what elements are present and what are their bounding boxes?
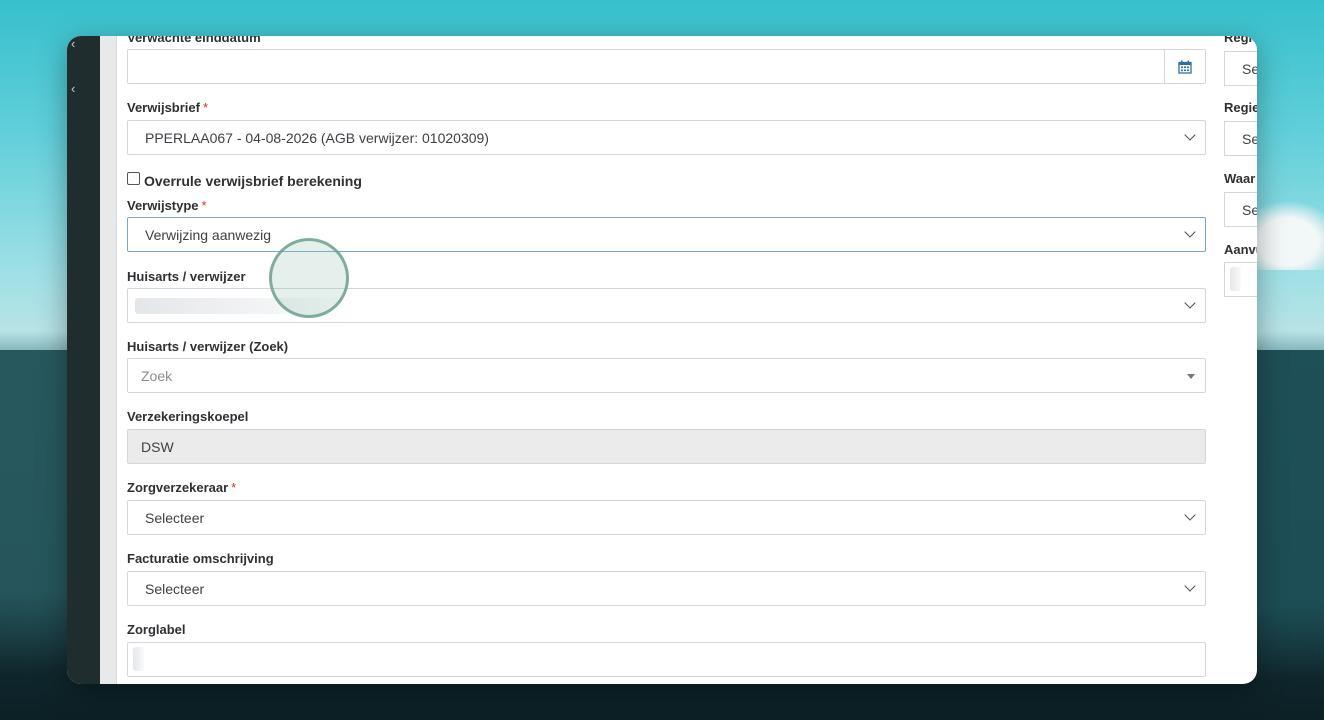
billing-description-select[interactable]: Selecteer: [127, 571, 1206, 606]
right-field3-label: Waar: [1224, 171, 1256, 186]
override-referral-label[interactable]: Overrule verwijsbrief berekening: [144, 173, 362, 189]
care-label-label: Zorglabel: [127, 622, 186, 637]
insurer-label-text: Zorgverzekeraar: [127, 480, 229, 495]
right-field2-value: Se: [1242, 131, 1257, 147]
gp-referrer-search-placeholder: Zoek: [141, 368, 173, 384]
insurer-value: Selecteer: [145, 510, 205, 526]
insurer-label: Zorgverzekeraar *: [127, 480, 236, 495]
gp-referrer-search-select[interactable]: Zoek: [127, 358, 1206, 393]
right-field2-label: Regie: [1224, 100, 1257, 115]
referral-letter-value: PPERLAA067 - 04-08-2026 (AGB verwijzer: …: [145, 130, 489, 146]
referral-type-value: Verwijzing aanwezig: [145, 227, 272, 243]
right-field1-value: Se: [1242, 61, 1257, 77]
chevron-down-icon: [1184, 129, 1196, 141]
form-content: Verwachte einddatum Verwijsbrief * PPERL…: [127, 36, 1208, 684]
chevron-down-icon: [1184, 226, 1196, 238]
billing-description-label: Facturatie omschrijving: [127, 551, 274, 566]
gp-referrer-search-label: Huisarts / verwijzer (Zoek): [127, 339, 289, 354]
right-field3-select[interactable]: Se: [1224, 192, 1257, 227]
referral-letter-label-text: Verwijsbrief: [127, 100, 200, 115]
chevron-down-icon: [1184, 509, 1196, 521]
right-column: Regie Se Regie Se Waar Se Aanvu: [1224, 36, 1257, 684]
calendar-icon: [1178, 60, 1192, 74]
right-field1-label: Regie: [1224, 36, 1257, 45]
caret-down-icon: [1187, 374, 1195, 379]
insurance-umbrella-field: DSW: [127, 429, 1206, 464]
billing-description-value: Selecteer: [145, 581, 205, 597]
redacted-value: [1230, 267, 1242, 291]
back-chevron-icon[interactable]: ‹: [71, 82, 81, 95]
referral-letter-select[interactable]: PPERLAA067 - 04-08-2026 (AGB verwijzer: …: [127, 120, 1206, 155]
left-rail: ‹ ‹: [67, 36, 100, 684]
redacted-value: [133, 647, 145, 671]
right-field4-input[interactable]: [1224, 262, 1257, 297]
required-marker: *: [201, 198, 207, 213]
collapse-chevron-icon[interactable]: ‹: [71, 37, 81, 50]
expected-end-date-label: Verwachte einddatum: [127, 36, 261, 45]
side-gutter: [100, 36, 117, 684]
care-label-input[interactable]: [127, 642, 1206, 677]
right-field2-select[interactable]: Se: [1224, 121, 1257, 156]
insurance-umbrella-value: DSW: [141, 439, 174, 455]
click-indicator: [269, 238, 349, 318]
gp-referrer-label: Huisarts / verwijzer: [127, 269, 246, 284]
insurance-umbrella-label: Verzekeringskoepel: [127, 409, 249, 424]
calendar-button[interactable]: [1164, 50, 1205, 83]
expected-end-date-input[interactable]: [127, 49, 1206, 84]
required-marker: *: [231, 480, 237, 495]
referral-letter-label: Verwijsbrief *: [127, 100, 208, 115]
right-field1-select[interactable]: Se: [1224, 51, 1257, 86]
right-field4-label: Aanvu: [1224, 242, 1257, 257]
referral-type-label: Verwijstype *: [127, 198, 207, 213]
referral-type-label-text: Verwijstype: [127, 198, 199, 213]
required-marker: *: [202, 100, 209, 115]
override-referral-checkbox[interactable]: [127, 172, 140, 185]
insurer-select[interactable]: Selecteer: [127, 500, 1206, 535]
chevron-down-icon: [1184, 580, 1196, 592]
app-window: ‹ ‹ Verwachte einddatum Verwijsbrief * P…: [67, 36, 1257, 684]
right-field3-value: Se: [1242, 202, 1257, 218]
chevron-down-icon: [1184, 297, 1196, 309]
